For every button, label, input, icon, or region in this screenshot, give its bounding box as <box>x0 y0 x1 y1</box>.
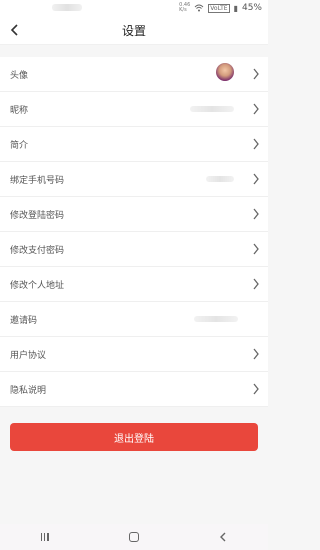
volte-badge: VoLTE <box>208 3 230 13</box>
chevron-left-icon[interactable] <box>8 23 22 37</box>
speed-unit: K/s <box>179 7 187 13</box>
network-speed: 0.46 K/s <box>179 3 190 13</box>
status-icons: 0.46 K/s VoLTE ▮ 45% <box>179 3 262 14</box>
row-label: 头像 <box>10 70 29 81</box>
row-label: 修改登陆密码 <box>10 210 65 221</box>
row-label: 绑定手机号码 <box>10 175 65 186</box>
row-label: 昵称 <box>10 105 29 116</box>
chevron-right-icon <box>253 278 259 290</box>
row-label: 邀请码 <box>10 315 38 326</box>
bio-row[interactable]: 简介 <box>0 127 268 162</box>
row-label: 隐私说明 <box>10 385 47 396</box>
page-title: 设置 <box>121 23 146 38</box>
home-icon <box>128 532 139 542</box>
wifi-icon <box>194 4 204 12</box>
user-agreement-row[interactable]: 用户协议 <box>0 337 268 372</box>
invite-code-row: 邀请码 <box>0 302 268 337</box>
chevron-right-icon <box>253 68 259 80</box>
system-nav-bar <box>0 524 268 550</box>
chevron-right-icon <box>253 243 259 255</box>
chevron-right-icon <box>253 103 259 115</box>
invite-code-blur <box>194 316 238 322</box>
change-login-password-row[interactable]: 修改登陆密码 <box>0 197 268 232</box>
header: 设置 <box>0 16 268 45</box>
row-label: 简介 <box>10 140 29 151</box>
back-nav-icon <box>220 532 226 542</box>
row-label: 用户协议 <box>10 350 47 361</box>
row-label: 修改支付密码 <box>10 245 65 256</box>
row-label: 修改个人地址 <box>10 280 65 291</box>
change-address-row[interactable]: 修改个人地址 <box>0 267 268 302</box>
notification-blur <box>52 4 82 11</box>
chevron-right-icon <box>253 138 259 150</box>
phone-value-blur <box>206 176 234 182</box>
avatar <box>216 63 234 81</box>
privacy-row[interactable]: 隐私说明 <box>0 372 268 407</box>
chevron-right-icon <box>253 208 259 220</box>
change-payment-password-row[interactable]: 修改支付密码 <box>0 232 268 267</box>
logout-button[interactable]: 退出登陆 <box>10 423 258 451</box>
signal-icon: ▮ <box>233 3 238 13</box>
nickname-row[interactable]: 昵称 <box>0 92 268 127</box>
battery-percent: 45% <box>241 3 262 13</box>
bind-phone-row[interactable]: 绑定手机号码 <box>0 162 268 197</box>
chevron-right-icon <box>253 348 259 360</box>
settings-list: 头像 昵称 简介 绑定手机号码 修改登陆密码 修改支付密码 修改个人地址 邀请码… <box>0 57 268 407</box>
chevron-right-icon <box>253 173 259 185</box>
back-nav-button[interactable] <box>213 528 233 546</box>
recent-apps-button[interactable] <box>35 528 55 546</box>
status-bar: 0.46 K/s VoLTE ▮ 45% <box>0 0 268 16</box>
nickname-value-blur <box>190 106 234 112</box>
avatar-row[interactable]: 头像 <box>0 57 268 92</box>
chevron-right-icon <box>253 383 259 395</box>
recent-apps-icon <box>40 533 49 541</box>
home-button[interactable] <box>124 528 144 546</box>
